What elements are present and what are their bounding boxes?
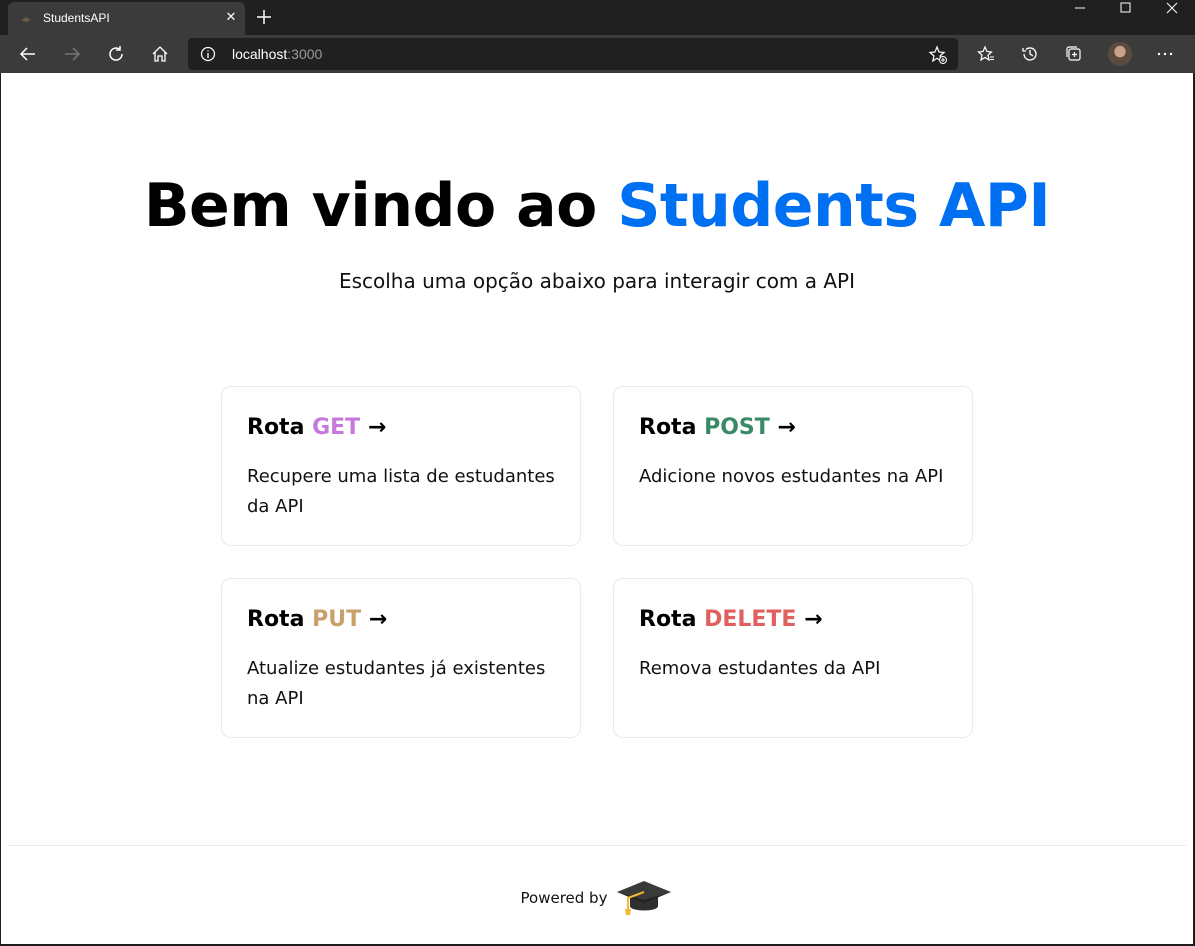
profile-avatar[interactable] bbox=[1108, 42, 1132, 66]
favicon-icon bbox=[21, 17, 31, 22]
arrow-icon: → bbox=[361, 607, 388, 632]
favorites-icon bbox=[977, 45, 994, 62]
tab-strip: StudentsAPI ✕ bbox=[0, 0, 1195, 35]
card-title-prefix: Rota bbox=[247, 415, 313, 440]
card-description: Atualize estudantes já existentes na API bbox=[247, 658, 546, 709]
method-delete: DELETE bbox=[704, 607, 797, 632]
browser-toolbar: localhost:3000 bbox=[0, 35, 1195, 73]
more-icon bbox=[1157, 52, 1173, 56]
arrow-icon: → bbox=[796, 607, 823, 632]
address-port: :3000 bbox=[287, 46, 323, 62]
tab-title: StudentsAPI bbox=[43, 11, 110, 25]
close-tab-icon[interactable]: ✕ bbox=[223, 10, 239, 26]
collections-button[interactable] bbox=[1059, 39, 1089, 69]
info-icon[interactable] bbox=[200, 46, 216, 62]
address-text: localhost:3000 bbox=[232, 46, 322, 62]
powered-by-text: Powered by bbox=[520, 889, 608, 907]
card-title: Rota POST → bbox=[639, 415, 796, 440]
arrow-icon: → bbox=[769, 415, 796, 440]
forward-arrow-icon bbox=[65, 47, 81, 61]
back-button[interactable] bbox=[13, 39, 43, 69]
maximize-icon[interactable] bbox=[1103, 0, 1149, 18]
new-tab-icon[interactable] bbox=[253, 6, 275, 28]
footer-powered-by-link[interactable]: Powered by bbox=[1, 873, 1193, 923]
back-arrow-icon bbox=[19, 47, 35, 61]
home-icon bbox=[152, 46, 168, 62]
browser-chrome: StudentsAPI ✕ localhost:3000 bbox=[0, 0, 1195, 73]
card-title-prefix: Rota bbox=[247, 607, 313, 632]
browser-tab[interactable]: StudentsAPI ✕ bbox=[8, 2, 245, 35]
card-title: Rota GET → bbox=[247, 415, 386, 440]
card-title-prefix: Rota bbox=[639, 607, 705, 632]
minimize-icon[interactable] bbox=[1057, 0, 1103, 18]
close-window-icon[interactable] bbox=[1149, 0, 1195, 18]
title-prefix: Bem vindo ao bbox=[143, 171, 618, 241]
home-button[interactable] bbox=[145, 39, 175, 69]
card-title: Rota PUT → bbox=[247, 607, 387, 632]
card-post-route[interactable]: Rota POST → Adicione novos estudantes na… bbox=[613, 386, 973, 546]
card-description: Recupere uma lista de estudantes da API bbox=[247, 466, 555, 517]
card-description: Adicione novos estudantes na API bbox=[639, 466, 944, 487]
card-description: Remova estudantes da API bbox=[639, 658, 881, 679]
add-favorite-icon[interactable] bbox=[928, 45, 948, 65]
arrow-icon: → bbox=[360, 415, 387, 440]
card-put-route[interactable]: Rota PUT → Atualize estudantes já existe… bbox=[221, 578, 581, 738]
favorites-button[interactable] bbox=[971, 39, 1001, 69]
address-host: localhost bbox=[232, 46, 288, 62]
collections-icon bbox=[1066, 46, 1081, 61]
settings-menu-button[interactable] bbox=[1150, 39, 1180, 69]
page-subtitle: Escolha uma opção abaixo para interagir … bbox=[338, 269, 856, 293]
graduation-cap-icon bbox=[617, 881, 672, 915]
address-bar[interactable]: localhost:3000 bbox=[188, 38, 958, 70]
refresh-button[interactable] bbox=[101, 39, 131, 69]
card-get-route[interactable]: Rota GET → Recupere uma lista de estudan… bbox=[221, 386, 581, 546]
history-icon bbox=[1022, 47, 1037, 61]
footer-divider bbox=[8, 845, 1186, 846]
title-accent-link[interactable]: Students API bbox=[617, 171, 1050, 241]
card-title: Rota DELETE → bbox=[639, 607, 823, 632]
refresh-icon bbox=[109, 46, 123, 61]
page-title: Bem vindo ao Students API bbox=[1, 171, 1193, 241]
card-title-prefix: Rota bbox=[639, 415, 705, 440]
history-button[interactable] bbox=[1015, 39, 1045, 69]
method-put: PUT bbox=[312, 607, 362, 632]
card-delete-route[interactable]: Rota DELETE → Remova estudantes da API bbox=[613, 578, 973, 738]
page-content: Bem vindo ao Students API Escolha uma op… bbox=[1, 73, 1193, 944]
forward-button[interactable] bbox=[57, 39, 87, 69]
method-post: POST bbox=[704, 415, 770, 440]
method-get: GET bbox=[312, 415, 361, 440]
